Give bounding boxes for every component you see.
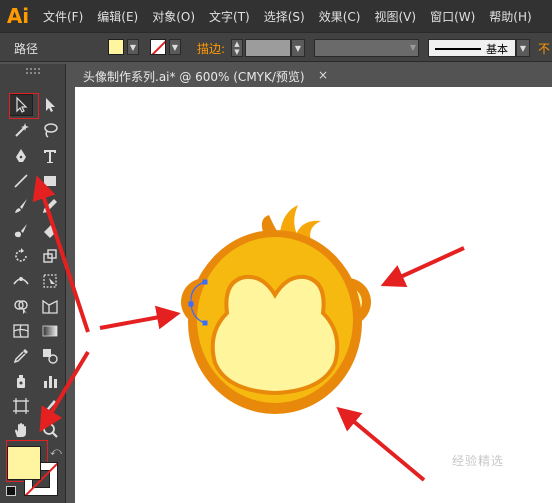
menu-object[interactable]: 对象(O) <box>145 0 202 32</box>
hand-tool-icon[interactable] <box>9 419 33 441</box>
fill-swatch-large[interactable] <box>7 446 41 480</box>
stroke-weight-stepper[interactable]: ▲ ▼ <box>231 39 243 57</box>
watermark-text: 经验精选 <box>452 454 505 468</box>
free-transform-tool-icon[interactable] <box>38 270 62 292</box>
control-bar: 路径 ▼ ▼ 描边: ▲ ▼ ▼ ▼ 基本 ▼ 不 <box>0 32 552 62</box>
path-anchor-point[interactable] <box>188 301 194 307</box>
width-tool-icon[interactable] <box>9 270 33 292</box>
brush-stroke-preview <box>435 48 481 50</box>
slice-tool-icon[interactable] <box>38 395 62 417</box>
mesh-tool-icon[interactable] <box>9 320 33 342</box>
shape-builder-tool-icon[interactable] <box>9 295 33 317</box>
variable-width-profile[interactable]: ▼ <box>314 39 419 57</box>
menu-help[interactable]: 帮助(H) <box>482 0 538 32</box>
blob-brush-tool-icon[interactable] <box>9 220 33 242</box>
type-tool-icon[interactable] <box>38 145 62 167</box>
stroke-color-swatch[interactable] <box>150 39 166 55</box>
brush-dropdown-icon[interactable]: ▼ <box>516 39 530 57</box>
swap-fill-stroke-icon[interactable]: ⤺ <box>50 445 62 459</box>
document-tab[interactable]: 头像制作系列.ai* @ 600% (CMYK/预览) <box>75 66 333 87</box>
perspective-grid-tool-icon[interactable] <box>38 295 62 317</box>
panel-grip-icon[interactable] <box>26 68 40 74</box>
artboard-tool-icon[interactable] <box>9 395 33 417</box>
menu-effect[interactable]: 效果(C) <box>312 0 368 32</box>
default-fill-stroke-icon[interactable] <box>6 486 16 496</box>
brush-definition[interactable]: 基本 <box>428 39 516 57</box>
path-anchor-point[interactable] <box>202 320 208 326</box>
pencil-tool-icon[interactable] <box>38 195 62 217</box>
monkey-artwork[interactable] <box>75 87 552 503</box>
path-anchor-point[interactable] <box>202 279 208 285</box>
rectangle-tool-icon[interactable] <box>38 170 62 192</box>
fill-dropdown-icon[interactable]: ▼ <box>127 39 139 55</box>
rotate-tool-icon[interactable] <box>9 245 33 267</box>
opacity-label[interactable]: 不 <box>538 40 550 57</box>
monkey-hair-tuft-middle <box>280 205 298 234</box>
eraser-tool-icon[interactable] <box>38 220 62 242</box>
column-graph-tool-icon[interactable] <box>38 370 62 392</box>
stroke-weight-dropdown-icon[interactable]: ▼ <box>291 39 305 57</box>
blend-tool-icon[interactable] <box>38 345 62 367</box>
menu-edit[interactable]: 编辑(E) <box>90 0 145 32</box>
menu-select[interactable]: 选择(S) <box>257 0 312 32</box>
close-icon[interactable]: × <box>318 68 328 82</box>
paintbrush-tool-icon[interactable] <box>9 195 33 217</box>
fill-color-swatch[interactable] <box>108 39 124 55</box>
selection-tool-highlight <box>9 93 39 119</box>
app-logo: Ai <box>6 4 30 28</box>
gradient-tool-icon[interactable] <box>38 320 62 342</box>
lasso-tool-icon[interactable] <box>38 119 62 141</box>
selection-type-label: 路径 <box>14 42 39 56</box>
zoom-tool-icon[interactable] <box>38 419 62 441</box>
pen-tool-icon[interactable] <box>9 145 33 167</box>
artboard-canvas[interactable] <box>75 87 552 503</box>
stroke-label[interactable]: 描边: <box>197 40 225 57</box>
stroke-dropdown-icon[interactable]: ▼ <box>169 39 181 55</box>
monkey-face <box>210 274 340 396</box>
brush-name: 基本 <box>486 43 508 56</box>
line-tool-icon[interactable] <box>9 170 33 192</box>
magic-wand-tool-icon[interactable] <box>9 119 33 141</box>
symbol-sprayer-tool-icon[interactable] <box>9 370 33 392</box>
stroke-weight-input[interactable] <box>245 39 291 57</box>
menu-window[interactable]: 窗口(W) <box>423 0 482 32</box>
menu-bar: Ai 文件(F) 编辑(E) 对象(O) 文字(T) 选择(S) 效果(C) 视… <box>0 0 552 32</box>
menu-type[interactable]: 文字(T) <box>202 0 257 32</box>
scale-tool-icon[interactable] <box>38 245 62 267</box>
menu-view[interactable]: 视图(V) <box>367 0 423 32</box>
eyedropper-tool-icon[interactable] <box>9 345 33 367</box>
menu-file[interactable]: 文件(F) <box>36 0 90 32</box>
direct-selection-tool-icon[interactable] <box>38 94 62 116</box>
